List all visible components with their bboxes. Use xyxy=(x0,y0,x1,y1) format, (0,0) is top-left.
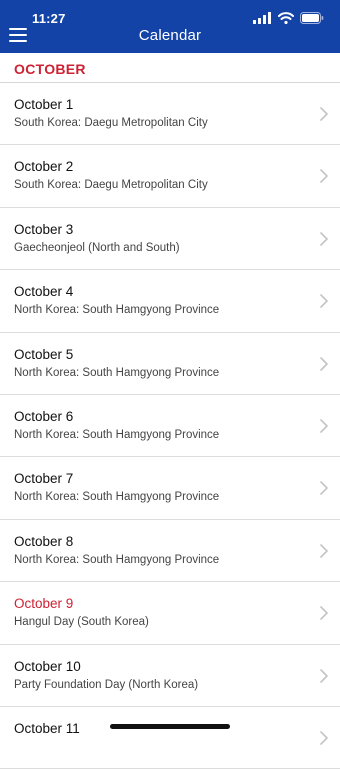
list-item-date: October 4 xyxy=(14,284,74,300)
chevron-right-icon xyxy=(320,606,328,620)
chevron-right-icon xyxy=(320,107,328,121)
list-item[interactable]: October 2 South Korea: Daegu Metropolita… xyxy=(0,145,340,208)
chevron-right-icon xyxy=(320,543,328,558)
list-item[interactable]: October 5 North Korea: South Hamgyong Pr… xyxy=(0,333,340,395)
list-item[interactable]: October 1 South Korea: Daegu Metropolita… xyxy=(0,83,340,146)
list-item-date: October 1 xyxy=(14,97,74,112)
chevron-right-icon xyxy=(320,231,328,246)
status-icons xyxy=(253,11,324,25)
list-item-date: October 3 xyxy=(14,221,74,237)
battery-icon xyxy=(300,12,324,24)
home-indicator[interactable] xyxy=(110,724,230,729)
list-item-subtitle: Party Foundation Day (North Korea) xyxy=(14,678,199,691)
list-item-subtitle: Gaecheonjeol (North and South) xyxy=(14,241,180,254)
chevron-right-icon xyxy=(320,668,328,683)
list-item-date: October 6 xyxy=(14,408,74,424)
list-item-subtitle: North Korea: South Hamgyong Province xyxy=(14,553,220,566)
list-item-subtitle: North Korea: South Hamgyong Province xyxy=(14,491,220,504)
section-header: OCTOBER xyxy=(0,53,340,83)
list-item[interactable]: October 10 Party Foundation Day (North K… xyxy=(0,645,340,707)
list-item[interactable]: October 8 North Korea: South Hamgyong Pr… xyxy=(0,520,340,583)
status-time: 11:27 xyxy=(32,11,66,26)
chevron-right-icon xyxy=(320,731,328,745)
list-item-subtitle: North Korea: South Hamgyong Province xyxy=(14,366,220,379)
chevron-right-icon xyxy=(320,356,328,371)
list-item-subtitle: North Korea: South Hamgyong Province xyxy=(14,428,220,441)
list-item-subtitle: North Korea: South Hamgyong Province xyxy=(14,304,220,317)
list-item-date: October 9 xyxy=(14,596,74,612)
list-item-date: October 5 xyxy=(14,346,74,362)
list-item[interactable]: October 6 North Korea: South Hamgyong Pr… xyxy=(0,395,340,458)
list-item[interactable]: October 11 xyxy=(0,707,340,769)
page-title: Calendar xyxy=(138,27,202,44)
list-item-subtitle: South Korea: Daegu Metropolitan City xyxy=(14,179,208,192)
chevron-right-icon xyxy=(320,419,328,433)
list-item-subtitle: Hangul Day (South Korea) xyxy=(14,616,149,629)
section-title: OCTOBER xyxy=(14,61,86,77)
list-item-highlighted[interactable]: October 9 Hangul Day (South Korea) xyxy=(0,582,340,645)
chevron-right-icon xyxy=(320,294,328,308)
list-item-date: October 2 xyxy=(14,159,74,175)
chevron-right-icon xyxy=(320,169,328,184)
list-item[interactable]: October 3 Gaecheonjeol (North and South) xyxy=(0,208,340,271)
cellular-signal-icon xyxy=(253,12,271,24)
list-item-date: October 10 xyxy=(14,658,81,674)
navigation-bar: 11:27 Calendar xyxy=(0,0,340,53)
wifi-icon xyxy=(278,12,294,24)
list-item-date: October 11 xyxy=(14,720,80,736)
list-item-date: October 7 xyxy=(14,471,74,487)
list-item[interactable]: October 7 North Korea: South Hamgyong Pr… xyxy=(0,457,340,520)
chevron-right-icon xyxy=(320,481,328,496)
list-item[interactable]: October 4 North Korea: South Hamgyong Pr… xyxy=(0,270,340,333)
list-item-date: October 8 xyxy=(14,533,74,549)
list-item-subtitle: South Korea: Daegu Metropolitan City xyxy=(14,117,208,129)
calendar-list: October 1 South Korea: Daegu Metropolita… xyxy=(0,83,340,769)
